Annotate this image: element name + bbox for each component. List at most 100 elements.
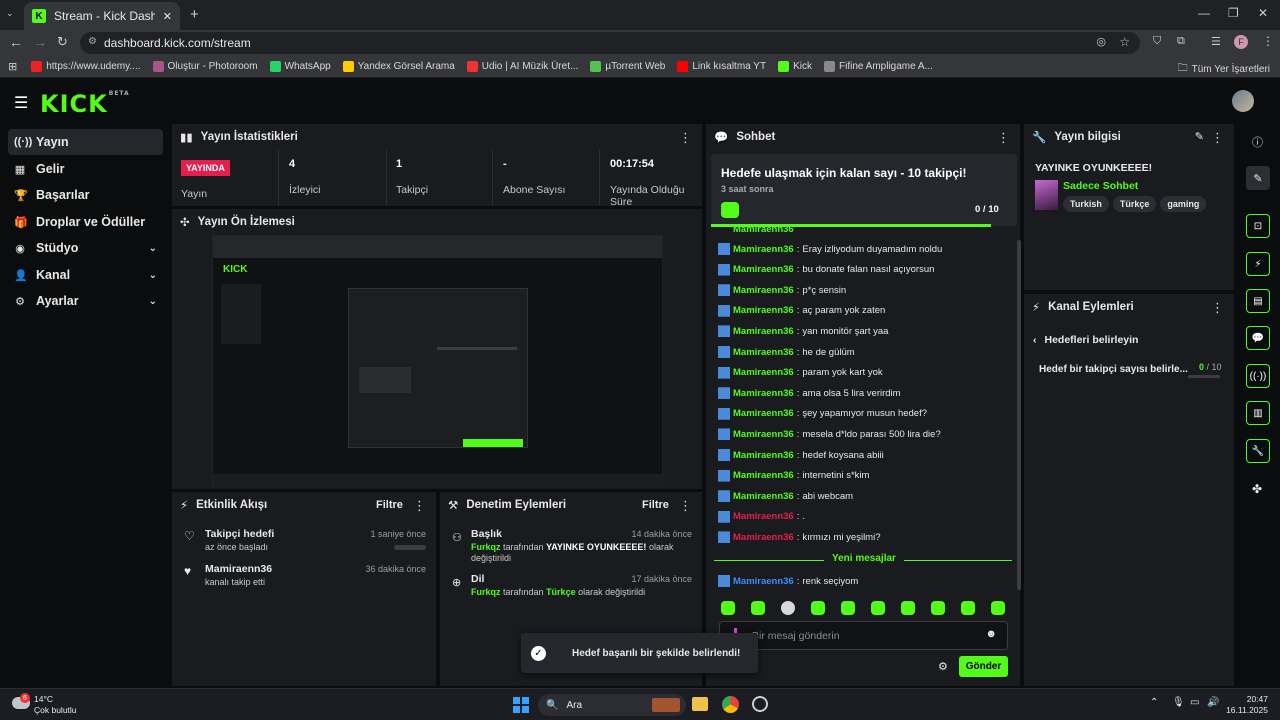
channel-actions-menu-icon[interactable]: ⋮: [1211, 300, 1224, 316]
site-info-icon[interactable]: ⚙: [88, 36, 97, 47]
bookmark-item[interactable]: µTorrent Web: [590, 61, 665, 72]
chat-message[interactable]: Mamiraenn36: hedef koysana abiii: [718, 447, 1008, 463]
maximize-icon[interactable]: ❐: [1228, 6, 1239, 20]
sidebar-item-5[interactable]: 👤 Kanal ⌄: [8, 262, 163, 288]
chat-message[interactable]: Mamiraenn36: kırmızı mi yeşilmi?: [718, 529, 1008, 545]
edit-pencil-icon[interactable]: ✎: [1195, 130, 1204, 143]
chat-settings-icon[interactable]: ⚙: [938, 660, 948, 673]
chat-username[interactable]: Mamiraenn36: [733, 532, 794, 543]
menu-kebab-icon[interactable]: ⋮: [1262, 34, 1274, 48]
stats-menu-icon[interactable]: ⋮: [679, 130, 692, 146]
tray-chevron-icon[interactable]: ⌃: [1150, 697, 1158, 708]
bookmark-item[interactable]: Kick: [778, 61, 812, 72]
bookmark-item[interactable]: Yandex Görsel Arama: [342, 61, 455, 72]
tab-close-icon[interactable]: ✕: [163, 10, 172, 23]
layout-icon[interactable]: ▥: [1246, 401, 1270, 425]
chat-username[interactable]: Mamiraenn36: [733, 305, 794, 316]
sidebar-item-0[interactable]: ((·)) Yayın: [8, 129, 163, 155]
emote-icon[interactable]: [841, 601, 855, 615]
file-explorer-icon[interactable]: [692, 697, 708, 711]
bookmark-star-icon[interactable]: ☆: [1119, 35, 1130, 49]
emote-icon[interactable]: [961, 601, 975, 615]
emote-icon[interactable]: [811, 601, 825, 615]
bookmark-item[interactable]: WhatsApp: [269, 61, 331, 72]
chat-message[interactable]: Mamiraenn36: mesela d*ldo parası 500 lir…: [718, 426, 1008, 442]
bookmark-item[interactable]: Udio | AI Müzik Üret...: [466, 61, 578, 72]
address-bar[interactable]: ⚙ dashboard.kick.com/stream ◎ ☆: [80, 32, 1140, 54]
volume-icon[interactable]: 🔊: [1207, 697, 1219, 708]
chat-message[interactable]: Mamiraenn36: param yok kart yok: [718, 365, 1008, 381]
chat-username[interactable]: Mamiraenn36: [733, 264, 794, 275]
emote-icon[interactable]: [901, 601, 915, 615]
media-icon[interactable]: ☰: [1211, 35, 1221, 48]
stream-category[interactable]: Sadece Sohbet: [1063, 180, 1138, 192]
emote-icon[interactable]: [751, 601, 765, 615]
chat-username[interactable]: Mamiraenn36: [733, 491, 794, 502]
back-to-goals[interactable]: ‹ Hedefleri belirleyin: [1033, 334, 1138, 346]
microphone-icon[interactable]: 🎙: [1172, 697, 1185, 708]
broadcast-icon[interactable]: ((·)): [1246, 364, 1270, 388]
tab-list-chevron-icon[interactable]: ⌄: [6, 8, 20, 22]
minimize-icon[interactable]: —: [1198, 6, 1210, 20]
windows-start-icon[interactable]: [513, 697, 529, 713]
chat-message[interactable]: Mamiraenn36: yan monitör şart yaa: [718, 323, 1008, 339]
moderation-filter-button[interactable]: Filtre: [642, 499, 669, 511]
stream-tag[interactable]: Turkish: [1063, 196, 1109, 212]
emote-icon[interactable]: [931, 601, 945, 615]
chat-username[interactable]: Mamiraenn36: [733, 244, 794, 255]
bookmark-item[interactable]: Oluştur - Photoroom: [152, 61, 258, 72]
apps-grid-icon[interactable]: ⊞: [8, 60, 17, 73]
bookmark-item[interactable]: Link kısaltma YT: [677, 61, 766, 72]
moderator-name[interactable]: Furkqz: [471, 542, 501, 552]
emote-icon[interactable]: [781, 601, 795, 615]
chat-username[interactable]: Mamiraenn36: [733, 367, 794, 378]
emote-icon[interactable]: [871, 601, 885, 615]
extensions-icon[interactable]: ⧉: [1177, 35, 1185, 48]
info-icon[interactable]: ⓘ: [1252, 134, 1263, 150]
stream-tag[interactable]: Türkçe: [1112, 196, 1157, 212]
lightning-icon[interactable]: ⚡: [1246, 252, 1270, 276]
chat-message[interactable]: Mamiraenn36: bu donate falan nasıl açıyo…: [718, 262, 1008, 278]
moderation-menu-icon[interactable]: ⋮: [679, 498, 692, 514]
chat-message[interactable]: Mamiraenn36: ama olsa 5 lira verirdim: [718, 385, 1008, 401]
eye-off-icon[interactable]: ◎: [1096, 35, 1106, 48]
shield-icon[interactable]: ⛉: [1153, 35, 1161, 48]
chat-username[interactable]: Mamiraenn36: [733, 285, 794, 296]
chat-message[interactable]: Mamiraenn36: aç param yok zaten: [718, 303, 1008, 319]
edit-mode-icon[interactable]: ✎: [1246, 166, 1270, 190]
back-icon[interactable]: ←: [9, 34, 23, 50]
chat-message[interactable]: Mamiraenn36: p*ç sensin: [718, 282, 1008, 298]
send-button[interactable]: Gönder: [959, 656, 1008, 677]
chat-message-last[interactable]: Mamiraenn36: renk seçiyom: [718, 573, 1008, 589]
chat-scrollbar[interactable]: [1017, 240, 1021, 590]
emote-icon[interactable]: [991, 601, 1005, 615]
sidebar-item-3[interactable]: 🎁 Droplar ve Ödüller: [8, 209, 163, 235]
bookmark-item[interactable]: Fifine Ampligame A...: [824, 61, 933, 72]
chat-message[interactable]: Mamiraenn36: he de gülüm: [718, 344, 1008, 360]
chat-input[interactable]: Bir mesaj gönderin ☻: [719, 621, 1008, 650]
new-tab-icon[interactable]: +: [190, 6, 199, 23]
chat-message[interactable]: Mamiraenn36: internetini s*kim: [718, 468, 1008, 484]
all-bookmarks[interactable]: 🗀 Tüm Yer İşaretleri: [1178, 61, 1270, 78]
chat-icon[interactable]: 💬: [1246, 326, 1270, 350]
chat-username[interactable]: Mamiraenn36: [733, 450, 794, 461]
window-close-icon[interactable]: ✕: [1258, 6, 1268, 20]
emote-icon[interactable]: [721, 601, 735, 615]
widgets-icon[interactable]: ✤: [1252, 482, 1262, 496]
chat-username[interactable]: Mamiraenn36: [733, 576, 794, 587]
chat-goal-card[interactable]: Hedefe ulaşmak için kalan sayı - 10 taki…: [711, 154, 1017, 227]
chat-username[interactable]: Mamiraenn36: [733, 511, 794, 522]
chat-username[interactable]: Mamiraenn36: [733, 347, 794, 358]
sidebar-item-4[interactable]: ◉ Stüdyo ⌄: [8, 235, 163, 261]
chat-message[interactable]: Mamiraenn36: Eray izliyodum duyamadım no…: [718, 241, 1008, 257]
chat-message[interactable]: Mamiraenn36: abi webcam: [718, 488, 1008, 504]
chat-username[interactable]: Mamiraenn36: [733, 408, 794, 419]
activity-menu-icon[interactable]: ⋮: [413, 498, 426, 514]
forward-icon[interactable]: →: [33, 34, 47, 50]
chat-username[interactable]: Mamiraenn36: [733, 470, 794, 481]
kick-logo[interactable]: KICKBETA: [40, 90, 130, 118]
chat-menu-icon[interactable]: ⋮: [997, 130, 1010, 146]
scene-icon[interactable]: ⊡: [1246, 214, 1270, 238]
chat-username[interactable]: Mamiraenn36: [733, 388, 794, 399]
sidebar-item-2[interactable]: 🏆 Başarılar: [8, 182, 163, 208]
